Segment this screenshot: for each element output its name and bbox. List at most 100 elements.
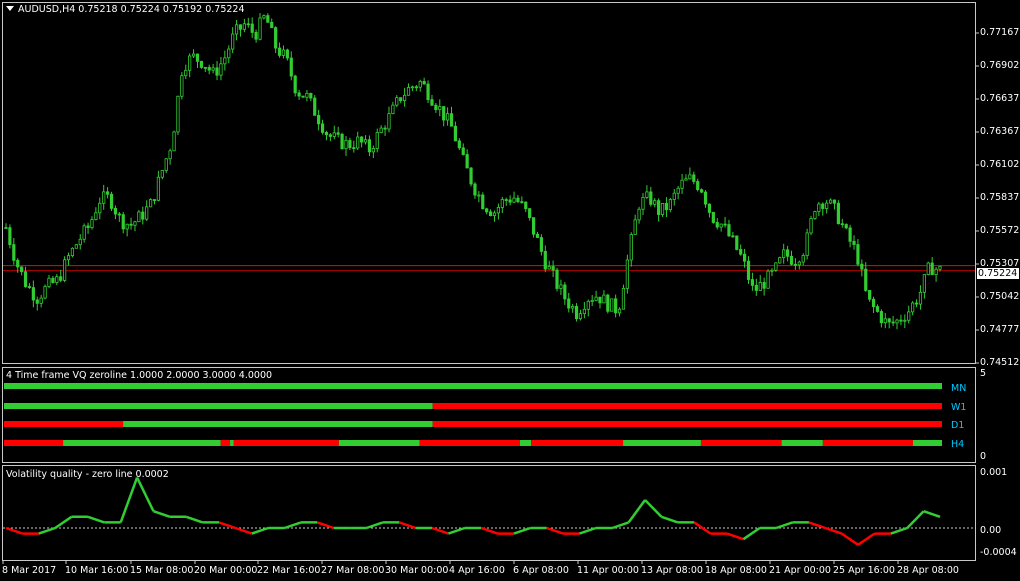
candle-body [430, 99, 434, 106]
vq-segment-h4 [63, 440, 221, 446]
vq-label-mn: MN [951, 383, 967, 394]
candle-body [590, 300, 594, 302]
candle-body [879, 311, 883, 324]
candle-body [938, 265, 942, 270]
volq-line-segment [135, 477, 155, 512]
volq-line-segment [54, 515, 73, 530]
candle-body [27, 286, 32, 288]
candle-body [90, 219, 94, 229]
volq-line-segment [5, 526, 23, 535]
candle-body [469, 167, 473, 185]
candle-body [578, 313, 583, 320]
candle-body [473, 183, 477, 196]
candle-body [621, 287, 626, 310]
candle-body [250, 23, 254, 33]
candle-body [692, 174, 696, 182]
candle-body [543, 250, 547, 270]
candle-body [309, 93, 313, 99]
candle-body [813, 211, 817, 219]
candle-body [735, 235, 739, 250]
candle-body [289, 57, 293, 77]
candle-body [172, 131, 176, 152]
candle-body [297, 92, 301, 97]
price-tick: 0.75572 [980, 225, 1020, 236]
volq-line-segment [742, 526, 761, 541]
candle-body [211, 67, 215, 71]
volq-line-segment [448, 526, 466, 535]
time-tick: 13 Apr 08:00 [641, 565, 703, 576]
candle-body [703, 191, 708, 205]
candle-body [356, 136, 360, 149]
volq-line-segment [234, 526, 253, 535]
candle-body [700, 189, 704, 193]
candle-body [266, 15, 270, 23]
candle-body [270, 21, 274, 29]
candle-body [336, 132, 340, 135]
vq-segment-h4 [230, 440, 234, 446]
candle-body [930, 262, 934, 276]
candle-body [223, 57, 227, 65]
vq-segment-d1 [123, 421, 433, 427]
candle-body [594, 296, 598, 301]
candle-body [410, 86, 415, 89]
volq-line-segment [546, 526, 564, 535]
vq-segment-h4 [623, 440, 701, 446]
candle-body [875, 306, 880, 312]
candle-body [4, 227, 8, 229]
candle-body [680, 179, 684, 189]
candle-body [676, 187, 680, 194]
candle-body [109, 193, 114, 209]
candle-body [78, 238, 82, 246]
candle-body [422, 80, 426, 85]
candle-body [152, 199, 157, 201]
candle-body [797, 261, 801, 266]
vq-segment-h4 [4, 440, 64, 446]
candle-body [754, 284, 758, 291]
volq-line-segment [316, 521, 335, 530]
candle-body [43, 286, 47, 299]
candle-body [106, 191, 110, 195]
candle-body [793, 263, 798, 266]
candle-body [145, 206, 149, 220]
candle-body [184, 69, 188, 77]
candle-body [817, 203, 821, 212]
candle-body [821, 203, 825, 209]
candle-body [914, 302, 919, 305]
volq-line-segment [38, 526, 56, 535]
candle-body [340, 133, 344, 150]
time-tick: 6 Apr 08:00 [513, 565, 569, 576]
candle-body [332, 132, 336, 137]
candle-body [539, 237, 543, 252]
time-tick: 22 Mar 16:00 [257, 565, 321, 576]
vq-segment-h4 [419, 440, 520, 446]
candle-body [887, 318, 891, 323]
candle-body [82, 225, 86, 240]
volq-line-segment [726, 532, 744, 541]
candle-body [215, 67, 219, 76]
candle-body [766, 270, 770, 289]
vq-segment-w1 [4, 403, 433, 409]
volq-line-segment [431, 526, 449, 535]
candle-body [274, 27, 278, 49]
candle-body [367, 139, 372, 153]
candle-body [55, 276, 59, 283]
candle-body [664, 202, 669, 211]
volq-line-segment [775, 521, 793, 530]
candle-body [320, 123, 325, 133]
candle-body [547, 266, 551, 270]
candle-body [395, 97, 399, 106]
volq-line-segment [119, 477, 139, 523]
candle-body [102, 191, 106, 204]
candle-body [137, 211, 141, 223]
candle-body [375, 132, 379, 149]
price-tick: 0.77167 [980, 27, 1020, 38]
candle-body [207, 67, 211, 71]
candle-body [305, 93, 309, 98]
candle-body [531, 217, 536, 235]
candle-body [258, 17, 262, 40]
candle-body [317, 114, 321, 125]
candle-body [371, 148, 375, 153]
volq-line-segment [824, 526, 843, 535]
volq-axis-bottom: -0.0004 [980, 547, 1017, 558]
candle-body [762, 282, 766, 289]
